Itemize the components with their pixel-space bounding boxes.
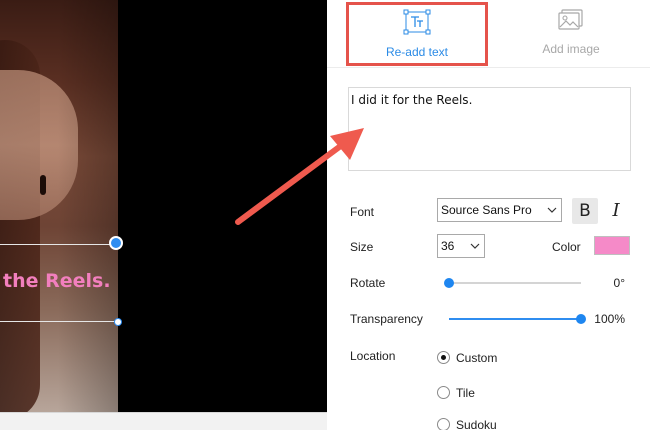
- tab-add-image-label: Add image: [542, 42, 600, 56]
- rotate-handle[interactable]: [109, 236, 123, 250]
- color-label: Color: [552, 240, 581, 254]
- preview-photo: [0, 0, 118, 412]
- size-label: Size: [350, 240, 374, 254]
- radio-circle: [437, 351, 450, 364]
- font-select[interactable]: Source Sans Pro: [437, 198, 562, 222]
- watermark-text-input[interactable]: I did it for the Reels.: [348, 87, 631, 171]
- size-select-value: 36: [441, 239, 455, 253]
- rotate-label: Rotate: [350, 276, 386, 290]
- radio-dot: [441, 355, 446, 360]
- chevron-down-icon: [470, 235, 480, 257]
- video-preview: the Reels.: [0, 0, 327, 430]
- resize-handle[interactable]: [114, 318, 122, 326]
- photo-shade: [58, 0, 118, 412]
- text-box-bottom-edge: [0, 321, 117, 322]
- chevron-down-icon: [547, 199, 557, 221]
- location-label: Location: [350, 349, 396, 363]
- photo-earring: [40, 175, 46, 195]
- rotate-slider[interactable]: [444, 276, 581, 290]
- transparency-slider[interactable]: [449, 312, 586, 326]
- settings-panel: Re-add text Add image I did it for the R…: [327, 0, 650, 430]
- tab-re-add-text-label: Re-add text: [385, 45, 449, 59]
- text-box-top-edge: [0, 244, 117, 245]
- tab-re-add-text[interactable]: Re-add text: [346, 2, 488, 66]
- transparency-slider-fill: [449, 318, 581, 320]
- italic-button[interactable]: I: [605, 198, 627, 224]
- watermark-text[interactable]: the Reels.: [3, 270, 111, 292]
- radio-circle: [437, 418, 450, 430]
- bold-button[interactable]: B: [572, 198, 598, 224]
- location-option-label: Tile: [456, 386, 475, 400]
- color-picker-swatch[interactable]: [594, 236, 630, 255]
- preview-bottom-strip: [0, 412, 327, 430]
- rotate-slider-track: [449, 282, 581, 284]
- transparency-label: Transparency: [350, 312, 423, 326]
- image-icon: [556, 6, 586, 39]
- rotate-slider-thumb[interactable]: [444, 278, 454, 288]
- location-option-label: Custom: [456, 351, 498, 365]
- size-select[interactable]: 36: [437, 234, 485, 258]
- text-icon: [402, 9, 432, 42]
- transparency-value: 100%: [594, 312, 625, 326]
- font-label: Font: [350, 205, 375, 219]
- font-select-value: Source Sans Pro: [441, 203, 532, 217]
- tab-add-image[interactable]: Add image: [502, 2, 640, 66]
- location-option-label: Sudoku: [456, 418, 497, 430]
- rotate-value: 0°: [613, 276, 625, 290]
- tab-bar: Re-add text Add image: [327, 0, 650, 68]
- radio-circle: [437, 386, 450, 399]
